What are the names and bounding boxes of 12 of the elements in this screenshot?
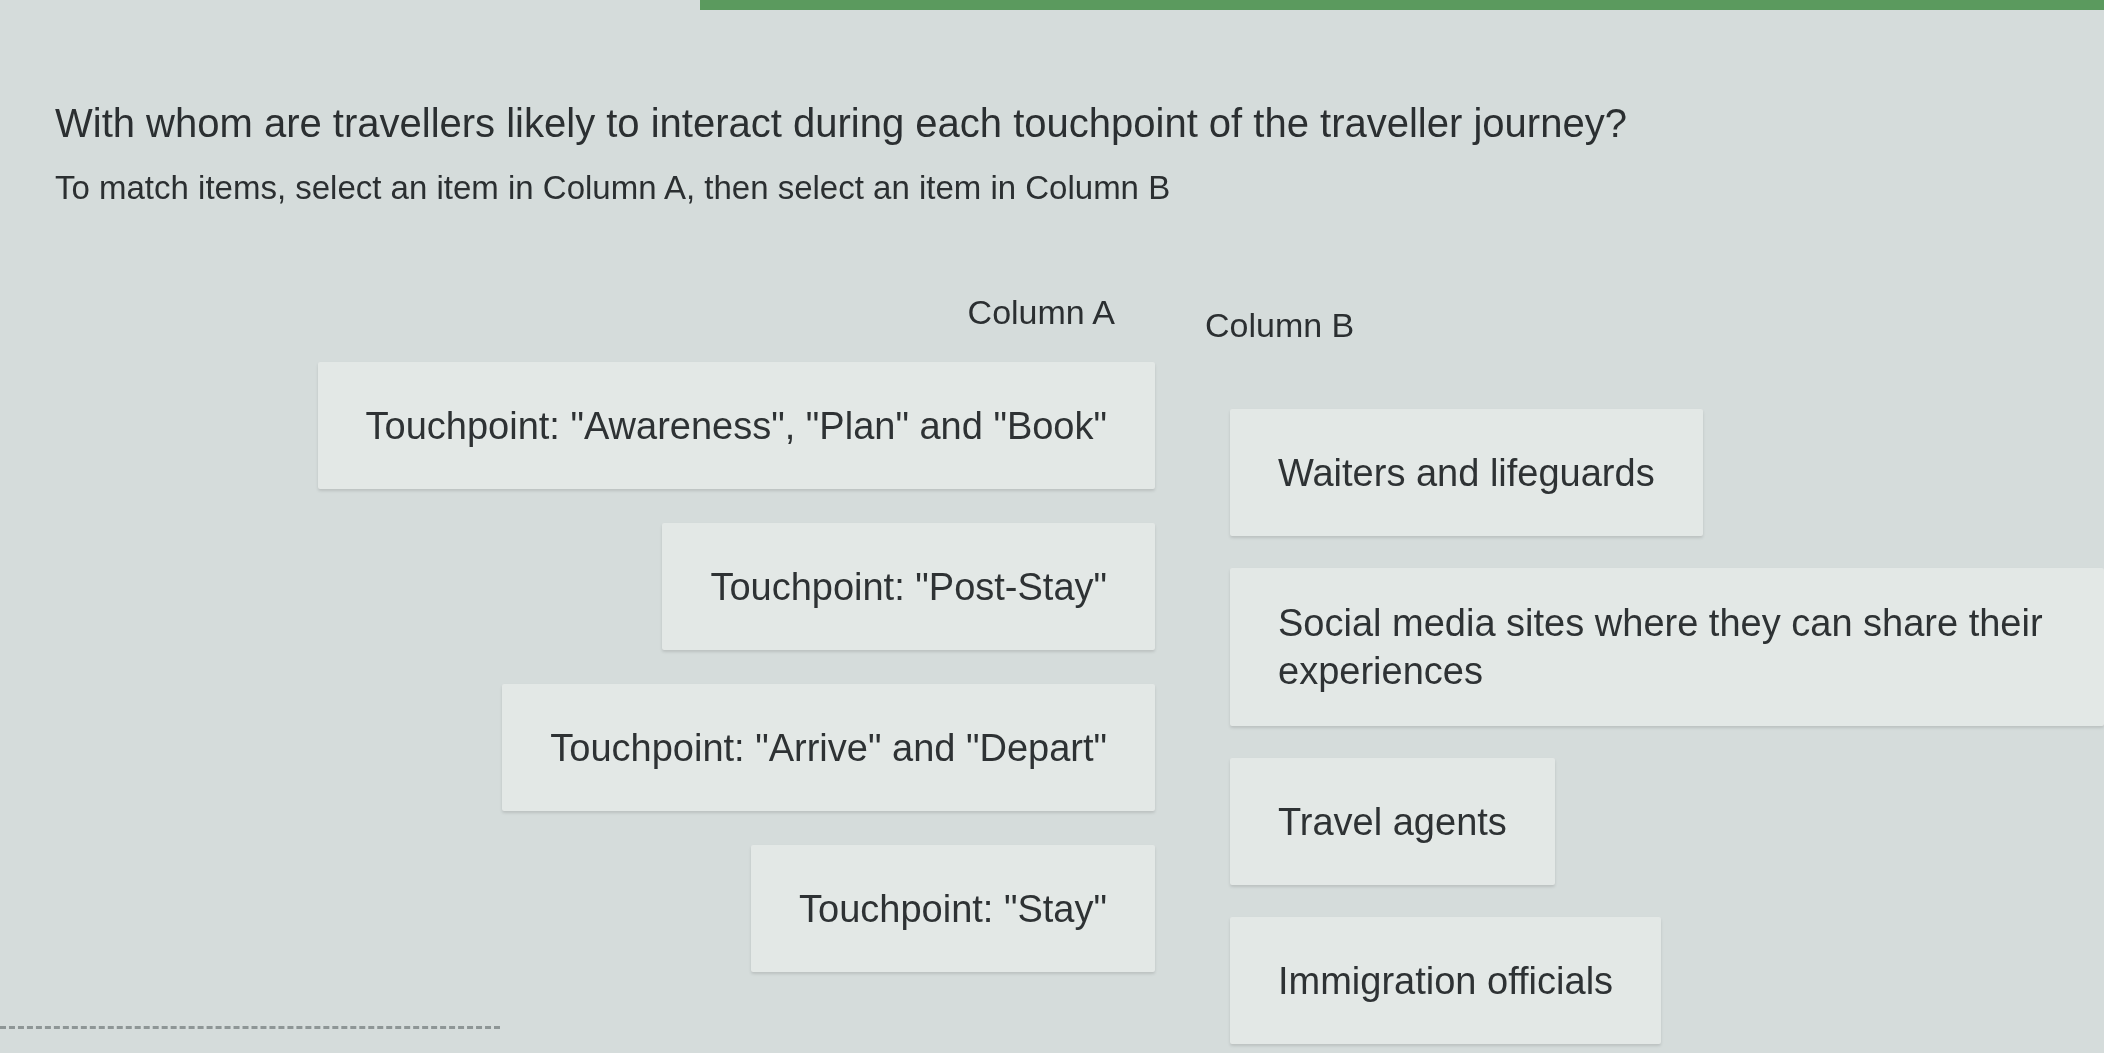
question-text: With whom are travellers likely to interact during each touchpoint of the traveller journey? (55, 100, 1628, 147)
match-option-button[interactable]: Touchpoint: "Post-Stay" (662, 523, 1155, 650)
match-option-button[interactable]: Touchpoint: "Arrive" and "Depart" (502, 684, 1155, 811)
match-option-button[interactable]: Social media sites where they can share their experiences (1230, 568, 2104, 726)
match-option-button[interactable]: Immigration officials (1230, 917, 1662, 1044)
match-option-button[interactable]: Travel agents (1230, 758, 1555, 885)
match-option-button[interactable]: Touchpoint: "Awareness", "Plan" and "Book" (317, 362, 1155, 489)
match-option-button[interactable]: Touchpoint: "Stay" (751, 845, 1155, 972)
column-heading: Column B (1205, 305, 1355, 345)
match-option-button[interactable]: Waiters and lifeguards (1230, 409, 1703, 536)
instructions-text: To match items, select an item in Column A, then select an item in Column B (55, 168, 1172, 208)
column-heading: Column A (967, 292, 1115, 332)
